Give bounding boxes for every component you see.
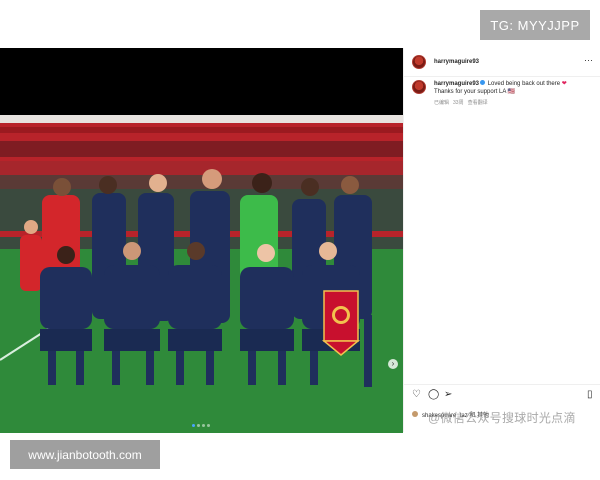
avatar[interactable]: [412, 80, 426, 94]
avatar[interactable]: [412, 55, 426, 69]
watermark-bottom: www.jianbotooth.com: [10, 440, 160, 469]
caption-line-1: Loved being back out there: [487, 81, 561, 87]
more-options-icon[interactable]: ···: [584, 56, 593, 65]
carousel-indicator: [192, 424, 210, 427]
heart-emoji: ❤: [561, 81, 567, 87]
post-media[interactable]: ›: [0, 48, 403, 433]
share-icon[interactable]: ➢: [444, 389, 452, 401]
overlay-watermark-text: @微信公众号搜球时光点滴: [428, 411, 576, 425]
carousel-next-button[interactable]: ›: [388, 359, 398, 369]
liker-avatar: [412, 411, 418, 417]
flag-emoji: 🇺🇸: [507, 89, 516, 95]
divider: [404, 76, 600, 77]
action-bar: ♡ ◯ ➢ ▯: [412, 389, 597, 401]
caption-comment: harrymaguire93 Loved being back out ther…: [412, 80, 597, 106]
time-ago: 33周: [453, 100, 464, 106]
carousel-dot: [192, 424, 195, 427]
heart-icon[interactable]: ♡: [412, 389, 421, 401]
carousel-dot: [207, 424, 210, 427]
team-photo-illustration: [0, 115, 403, 433]
club-pennant: [321, 290, 361, 356]
instagram-post: › harrymaguire93 ··· harrymaguire93 Love…: [0, 48, 600, 433]
verified-badge-icon: [480, 80, 486, 85]
comment-username[interactable]: harrymaguire93: [434, 81, 479, 87]
edited-label: 已编辑: [434, 100, 450, 106]
divider: [404, 384, 600, 385]
post-header: harrymaguire93 ···: [404, 48, 600, 76]
bookmark-icon[interactable]: ▯: [587, 389, 593, 401]
translate-link[interactable]: 查看翻译: [468, 99, 488, 106]
watermark-top: TG: MYYJJPP: [480, 10, 590, 40]
caption-text: harrymaguire93 Loved being back out ther…: [434, 80, 567, 96]
comment-meta: 已编辑 33周 查看翻译: [434, 99, 567, 106]
caption-line-2: Thanks for your support LA: [434, 89, 507, 95]
team-photo: ›: [0, 115, 403, 433]
liked-by-row: shakespeare_taz 和 其他 @微信公众号搜球时光点滴: [412, 407, 600, 425]
post-username[interactable]: harrymaguire93: [434, 59, 479, 65]
carousel-dot: [197, 424, 200, 427]
post-sidebar: harrymaguire93 ··· harrymaguire93 Loved …: [403, 48, 600, 432]
carousel-dot: [202, 424, 205, 427]
comment-icon[interactable]: ◯: [428, 389, 439, 401]
